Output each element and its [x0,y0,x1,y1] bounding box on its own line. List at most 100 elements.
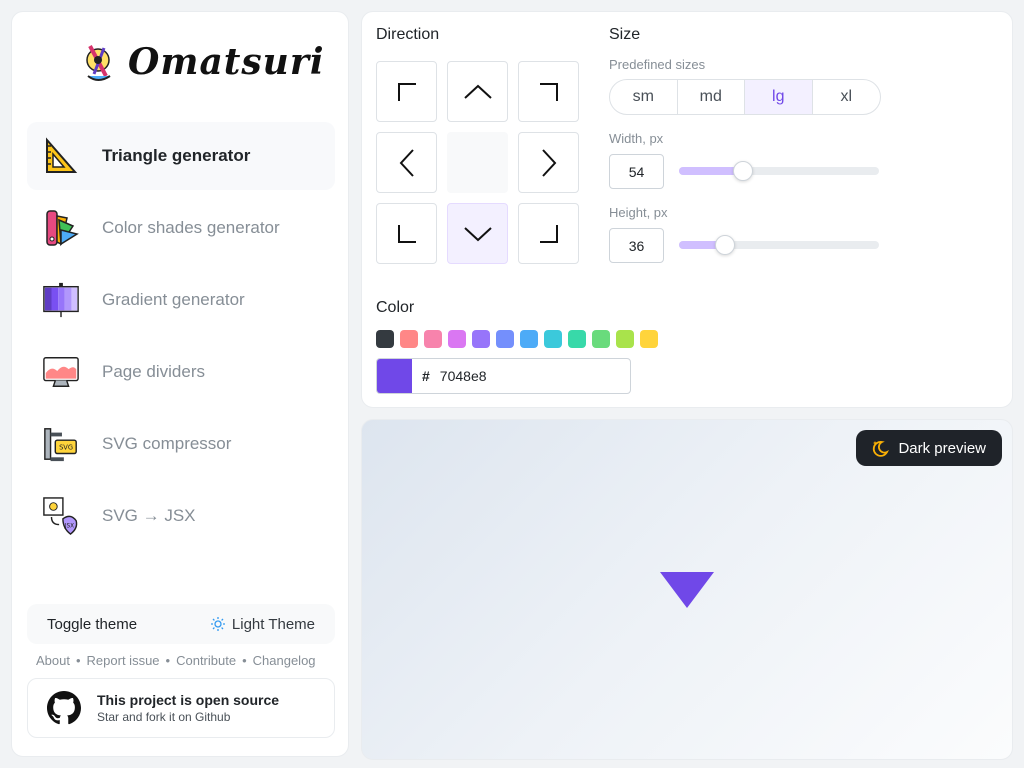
svg-text:JSX: JSX [64,523,74,529]
direction-title: Direction [376,26,440,43]
color-swatch[interactable] [472,330,490,348]
width-input[interactable]: 54 [609,154,664,189]
current-theme-label: Light Theme [231,615,315,633]
color-swatch[interactable] [496,330,514,348]
contribute-link[interactable]: Contribute [176,653,236,668]
size-xl-button[interactable]: xl [813,80,881,114]
color-swatches [376,330,658,348]
color-swatch[interactable] [376,330,394,348]
color-preview-swatch[interactable] [377,359,412,393]
height-label: Height, px [609,205,668,220]
direction-grid [376,61,579,264]
gradient-icon [42,281,80,319]
nav-label: Color shades generator [102,218,280,237]
size-title: Size [609,26,641,43]
direction-top-button[interactable] [447,61,508,122]
monitor-icon [42,353,80,391]
direction-bottom-right-button[interactable] [518,203,579,264]
about-link[interactable]: About [36,653,70,668]
corner-top-right-icon [539,82,558,101]
width-slider[interactable] [679,161,879,181]
color-swatch[interactable] [520,330,538,348]
color-swatch[interactable] [544,330,562,348]
nav-label: Page dividers [102,362,206,381]
direction-center-empty [447,132,508,193]
chevron-up-icon [463,84,492,99]
size-segmented-control: sm md lg xl [609,79,881,115]
color-title: Color [376,299,415,316]
separator: • [242,653,247,668]
theme-toggle-button[interactable]: Light Theme [210,616,315,633]
color-swatch[interactable] [592,330,610,348]
chevron-left-icon [399,148,414,177]
predefined-sizes-label: Predefined sizes [609,57,706,72]
moon-stars-icon [873,441,890,457]
logo-text: Omatsuri [128,41,325,83]
size-sm-button[interactable]: sm [610,80,678,114]
nav-label: Triangle generator [102,146,251,165]
corner-bottom-right-icon [539,224,558,243]
direction-top-right-button[interactable] [518,61,579,122]
sidebar: Omatsuri Triangle generator Color shades… [11,11,349,757]
nav-item-svg-to-jsx[interactable]: JSX SVG → JSX [27,482,335,550]
color-swatch[interactable] [616,330,634,348]
nav-label: Gradient generator [102,290,245,309]
github-icon [47,691,81,725]
svg-to-jsx-icon: JSX [42,497,80,535]
triangle-shape [660,572,714,608]
chevron-right-icon [541,148,556,177]
github-subtitle: Star and fork it on Github [97,710,231,724]
nav-label: SVG compressor [102,434,232,453]
dancer-logo-icon [86,45,111,81]
svg-clamp-icon: SVG [42,425,80,463]
controls-panel: Direction Size Predefined sizes sm md lg… [361,11,1013,408]
theme-toggle-row: Toggle theme Light Theme [27,604,335,644]
size-md-button[interactable]: md [678,80,745,114]
color-swatch[interactable] [400,330,418,348]
direction-left-button[interactable] [376,132,437,193]
color-field[interactable]: # 7048e8 [376,358,631,394]
corner-top-left-icon [397,82,416,101]
corner-bottom-left-icon [397,224,416,243]
width-slider-thumb[interactable] [733,161,753,181]
hash-symbol: # [422,368,430,384]
ruler-triangle-icon [42,137,80,175]
nav-item-triangle-generator[interactable]: Triangle generator [27,122,335,190]
nav-item-color-shades[interactable]: Color shades generator [27,194,335,262]
color-swatch[interactable] [424,330,442,348]
github-title: This project is open source [97,692,280,708]
dark-preview-label: Dark preview [898,439,986,457]
direction-top-left-button[interactable] [376,61,437,122]
color-swatch[interactable] [448,330,466,348]
github-text: This project is open source Star and for… [97,692,279,724]
direction-bottom-button[interactable] [447,203,508,264]
footer-links: About • Report issue • Contribute • Chan… [36,653,316,668]
dark-preview-button[interactable]: Dark preview [856,430,1002,466]
separator: • [165,653,171,668]
direction-right-button[interactable] [518,132,579,193]
report-issue-link[interactable]: Report issue [87,653,160,668]
triangle-preview: Dark preview [361,419,1013,760]
height-input[interactable]: 36 [609,228,664,263]
nav-item-page-dividers[interactable]: Page dividers [27,338,335,406]
sun-icon [210,617,225,631]
nav-label: SVG → JSX [102,506,196,525]
direction-bottom-left-button[interactable] [376,203,437,264]
changelog-link[interactable]: Changelog [253,653,316,668]
size-lg-button[interactable]: lg [745,80,813,114]
svg-text:SVG: SVG [59,444,73,452]
separator: • [75,653,81,668]
toggle-theme-label: Toggle theme [47,615,138,633]
tool-nav: Triangle generator Color shades generato… [27,122,335,554]
height-slider-thumb[interactable] [715,235,735,255]
height-slider[interactable] [679,235,879,255]
color-hex-input[interactable]: 7048e8 [440,368,487,384]
github-card[interactable]: This project is open source Star and for… [27,678,335,738]
color-swatch[interactable] [568,330,586,348]
nav-item-svg-compressor[interactable]: SVG SVG compressor [27,410,335,478]
color-swatch[interactable] [640,330,658,348]
logo[interactable]: Omatsuri [80,40,325,84]
chevron-down-icon [463,226,492,241]
nav-item-gradient-generator[interactable]: Gradient generator [27,266,335,334]
color-palette-icon [42,209,80,247]
